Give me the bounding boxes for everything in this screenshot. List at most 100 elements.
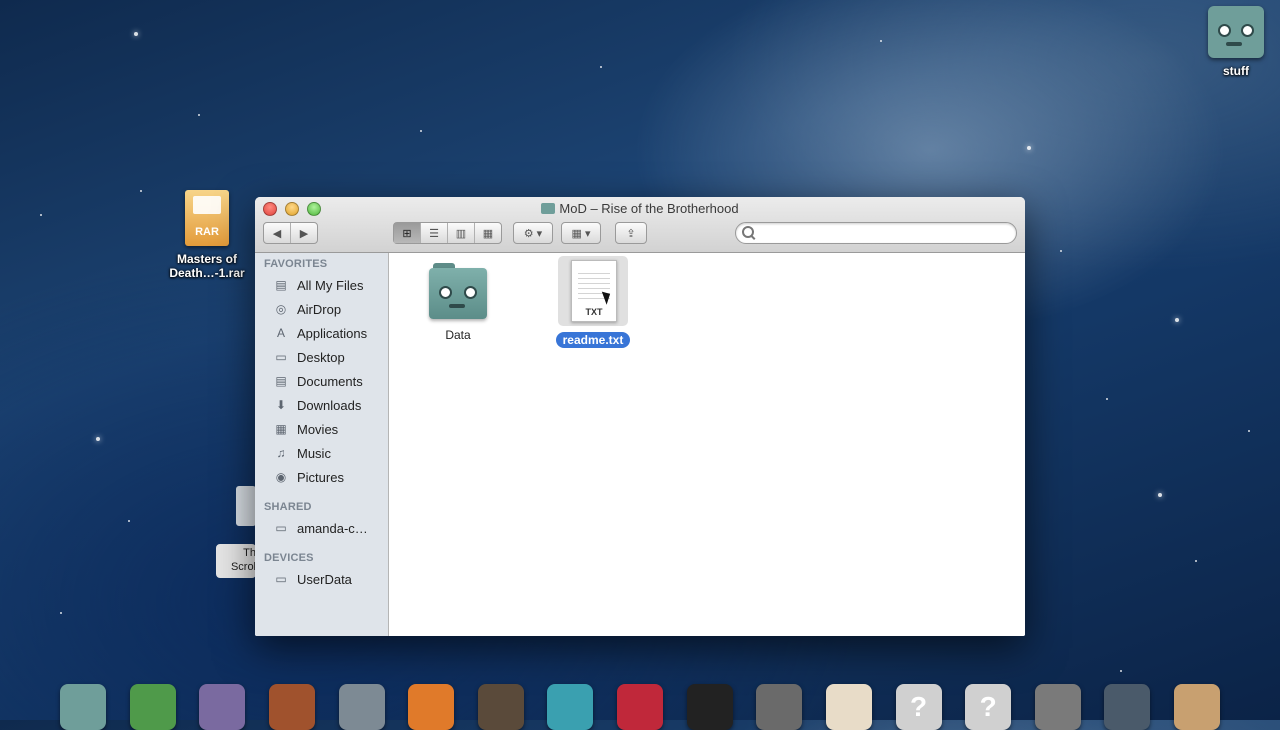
sidebar-item-pictures[interactable]: ◉ Pictures xyxy=(255,466,388,488)
sidebar-item-downloads[interactable]: ⬇ Downloads xyxy=(255,394,388,416)
search-field[interactable] xyxy=(735,222,1017,244)
file-extension-badge: TXT xyxy=(585,307,603,317)
sidebar-item-amanda-c[interactable]: ▭ amanda-c… xyxy=(255,517,388,539)
sidebar-item-label: Movies xyxy=(297,421,339,437)
itunes-icon[interactable] xyxy=(1034,684,1081,730)
sidebar-item-label: Downloads xyxy=(297,397,362,413)
view-mode-control: ⊞ ☰ ▥ ▦ xyxy=(393,222,502,244)
sidebar-item-label: AirDrop xyxy=(297,301,342,317)
sidebar-item-desktop[interactable]: ▭ Desktop xyxy=(255,346,388,368)
finder-window[interactable]: MoD – Rise of the Brotherhood ◀ ▶ ⊞ ☰ ▥ … xyxy=(255,197,1025,636)
stuff-folder-label: stuff xyxy=(1223,64,1249,78)
window-title: MoD – Rise of the Brotherhood xyxy=(255,201,1025,216)
airdrop-icon: ◎ xyxy=(275,302,287,316)
star xyxy=(1195,560,1197,562)
rar-badge: RAR xyxy=(195,226,219,238)
sidebar-item-all-my-files[interactable]: ▤ All My Files xyxy=(255,274,388,296)
folder-item-data[interactable]: Data xyxy=(415,263,501,344)
sidebar-item-documents[interactable]: ▤ Documents xyxy=(255,370,388,392)
stuff-folder-desktop-icon[interactable]: stuff xyxy=(1200,6,1272,78)
gift-icon[interactable] xyxy=(825,684,872,730)
photobooth-icon[interactable] xyxy=(617,684,663,730)
question-icon[interactable]: ? xyxy=(895,684,942,730)
music-icon: ♫ xyxy=(276,446,286,460)
coverflow-view-button[interactable]: ▦ xyxy=(475,223,501,243)
all-files-icon: ▤ xyxy=(275,278,287,292)
sidebar-item-label: amanda-c… xyxy=(297,520,368,536)
icon-view-button[interactable]: ⊞ xyxy=(394,223,421,243)
back-arrow-icon: ◀ xyxy=(272,227,282,240)
toolbox-icon[interactable] xyxy=(268,684,315,730)
star xyxy=(1027,146,1031,150)
finder-icon[interactable] xyxy=(60,684,106,730)
share-icon: ⇪ xyxy=(626,227,636,240)
shared-computer-icon: ▭ xyxy=(275,521,287,535)
title-bar[interactable]: MoD – Rise of the Brotherhood ◀ ▶ ⊞ ☰ ▥ … xyxy=(255,197,1025,253)
star xyxy=(134,32,138,36)
rar-archive-icon: RAR xyxy=(185,190,229,246)
column-view-button[interactable]: ▥ xyxy=(448,223,475,243)
file-name-label: Data xyxy=(445,328,471,342)
sidebar-item-userdata[interactable]: ▭ UserData xyxy=(255,568,388,590)
search-input[interactable] xyxy=(758,225,1012,241)
clapper-icon[interactable] xyxy=(686,684,733,730)
forward-arrow-icon: ▶ xyxy=(299,227,309,240)
search-icon xyxy=(742,226,754,238)
sidebar-item-label: Desktop xyxy=(297,349,345,365)
star xyxy=(140,190,142,192)
file-browser-content[interactable]: Data TXT readme.txt xyxy=(389,253,1025,636)
background-window[interactable]: Th Scrol xyxy=(216,486,256,578)
coverflow-view-icon: ▦ xyxy=(482,227,494,240)
star xyxy=(600,66,602,68)
shared-header: SHARED xyxy=(264,501,312,513)
box-icon[interactable] xyxy=(1174,684,1220,730)
sidebar-item-applications[interactable]: A Applications xyxy=(255,322,388,344)
file-item-readme[interactable]: TXT readme.txt xyxy=(550,256,636,349)
arrange-icon: ▦ ▾ xyxy=(571,227,591,240)
star xyxy=(1248,430,1250,432)
document-icon xyxy=(236,486,256,526)
sidebar-item-label: Applications xyxy=(297,325,368,341)
back-button[interactable]: ◀ xyxy=(264,223,291,243)
sidebar: FAVORITES ▤ All My Files ◎ AirDrop A Applicat… xyxy=(255,253,389,636)
arrange-menu-button[interactable]: ▦ ▾ xyxy=(561,222,601,244)
devices-header: DEVICES xyxy=(264,552,314,564)
speedometer-icon[interactable] xyxy=(547,684,594,730)
rar-file-desktop-icon[interactable]: RAR Masters of Death…-1.rar xyxy=(160,190,254,280)
applications-icon: A xyxy=(276,326,285,340)
question-icon[interactable]: ? xyxy=(965,684,1012,730)
forward-button[interactable]: ▶ xyxy=(291,223,317,243)
stopwatch-icon[interactable] xyxy=(338,684,385,730)
firefox-icon[interactable] xyxy=(408,684,455,730)
list-view-icon: ☰ xyxy=(429,227,439,240)
back-forward-control: ◀ ▶ xyxy=(263,222,318,244)
headphones-icon[interactable] xyxy=(756,684,803,730)
folder-icon xyxy=(541,203,556,214)
star xyxy=(1158,493,1162,497)
action-menu-button[interactable]: ⚙ ▾ xyxy=(513,222,553,244)
movies-icon: ▦ xyxy=(275,422,287,436)
books-icon[interactable] xyxy=(129,684,176,730)
monitor-icon[interactable] xyxy=(1104,684,1151,730)
list-view-button[interactable]: ☰ xyxy=(421,223,448,243)
star xyxy=(128,520,130,522)
desktop-icon: ▭ xyxy=(275,350,287,364)
downloads-icon: ⬇ xyxy=(275,398,287,412)
favorites-header: FAVORITES xyxy=(264,258,328,270)
star xyxy=(880,40,882,42)
dock: ?? xyxy=(50,684,1230,730)
sidebar-item-movies[interactable]: ▦ Movies xyxy=(255,418,388,440)
guitar-icon[interactable] xyxy=(477,684,524,730)
star xyxy=(1060,250,1062,252)
star xyxy=(1106,398,1108,400)
sidebar-item-label: UserData xyxy=(297,571,352,587)
share-button[interactable]: ⇪ xyxy=(615,222,647,244)
sidebar-item-music[interactable]: ♫ Music xyxy=(255,442,388,464)
selection-highlight: TXT xyxy=(558,256,628,326)
icon-view-icon: ⊞ xyxy=(402,227,412,240)
sidebar-item-airdrop[interactable]: ◎ AirDrop xyxy=(255,298,388,320)
potion-icon[interactable] xyxy=(199,684,246,730)
column-view-icon: ▥ xyxy=(455,227,467,240)
star xyxy=(60,612,62,614)
documents-icon: ▤ xyxy=(275,374,287,388)
